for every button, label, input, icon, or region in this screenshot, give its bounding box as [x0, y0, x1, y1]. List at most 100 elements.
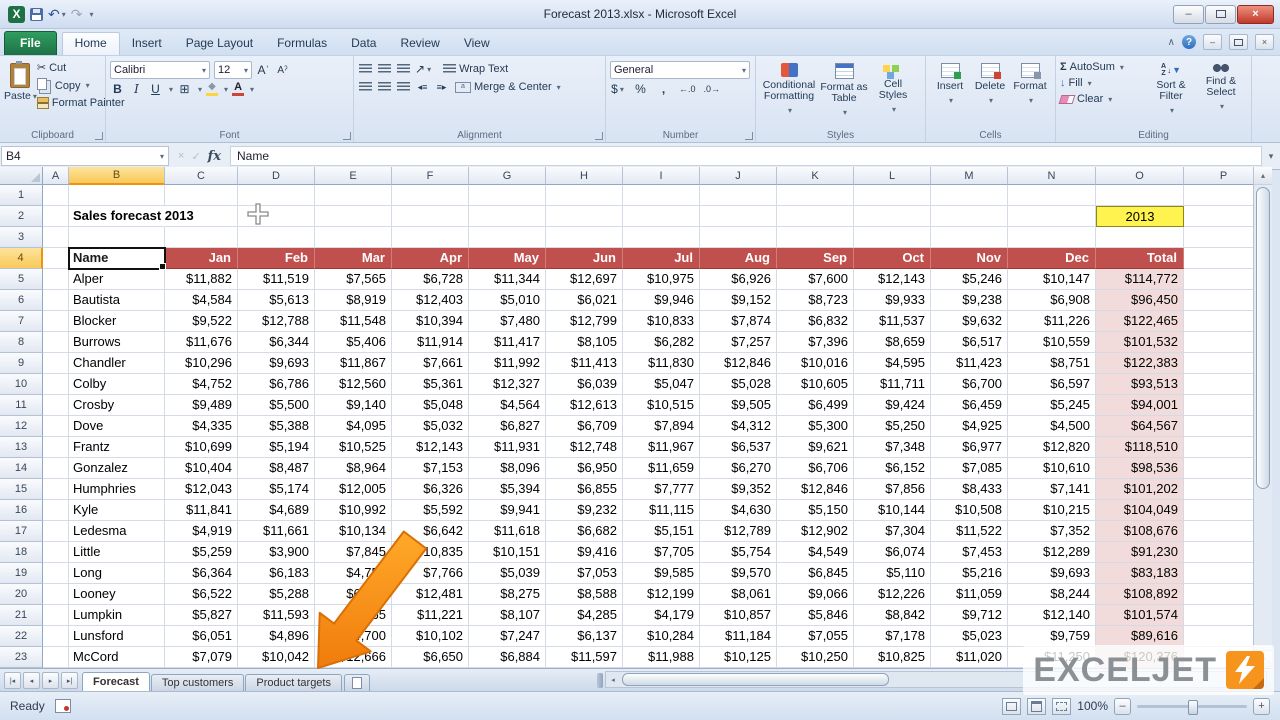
cancel-entry-icon[interactable]: × — [178, 150, 184, 162]
cell-K10[interactable]: $10,605 — [777, 374, 854, 395]
cell-B15[interactable]: Humphries — [69, 479, 165, 500]
cell-B10[interactable]: Colby — [69, 374, 165, 395]
cell-B13[interactable]: Frantz — [69, 437, 165, 458]
cell-C4[interactable]: Jan — [165, 248, 238, 269]
number-dialog-launcher-icon[interactable] — [745, 132, 753, 140]
cell-I1[interactable] — [623, 185, 700, 206]
cell-H8[interactable]: $8,105 — [546, 332, 623, 353]
cell-O2[interactable]: 2013 — [1096, 206, 1184, 227]
cell-I13[interactable]: $11,967 — [623, 437, 700, 458]
cell-C3[interactable] — [165, 227, 238, 248]
grow-font-button[interactable]: Aʾ — [256, 62, 271, 78]
row-header-19[interactable]: 19 — [0, 563, 43, 584]
cell-F4[interactable]: Apr — [392, 248, 469, 269]
cell-D14[interactable]: $8,487 — [238, 458, 315, 479]
cell-E7[interactable]: $11,548 — [315, 311, 392, 332]
cell-H2[interactable] — [546, 206, 623, 227]
cell-H21[interactable]: $4,285 — [546, 605, 623, 626]
cell-O20[interactable]: $108,892 — [1096, 584, 1184, 605]
column-header-E[interactable]: E — [315, 167, 392, 185]
cell-O13[interactable]: $118,510 — [1096, 437, 1184, 458]
cell-K5[interactable]: $7,600 — [777, 269, 854, 290]
cell-D18[interactable]: $3,900 — [238, 542, 315, 563]
row-header-18[interactable]: 18 — [0, 542, 43, 563]
cell-C18[interactable]: $5,259 — [165, 542, 238, 563]
cell-D1[interactable] — [238, 185, 315, 206]
cell-E20[interactable]: $6,883 — [315, 584, 392, 605]
cell-M16[interactable]: $10,508 — [931, 500, 1008, 521]
cell-K7[interactable]: $6,832 — [777, 311, 854, 332]
first-sheet-icon[interactable]: |◂ — [4, 672, 21, 689]
cell-N22[interactable]: $9,759 — [1008, 626, 1096, 647]
fill-color-button[interactable]: ◆ — [206, 82, 218, 96]
cell-N5[interactable]: $10,147 — [1008, 269, 1096, 290]
cell-N7[interactable]: $11,226 — [1008, 311, 1096, 332]
cell-A11[interactable] — [43, 395, 69, 416]
row-header-2[interactable]: 2 — [0, 206, 43, 227]
cell-K15[interactable]: $12,846 — [777, 479, 854, 500]
cell-B16[interactable]: Kyle — [69, 500, 165, 521]
cell-D12[interactable]: $5,388 — [238, 416, 315, 437]
cell-D5[interactable]: $11,519 — [238, 269, 315, 290]
cell-J20[interactable]: $8,061 — [700, 584, 777, 605]
cell-G9[interactable]: $11,992 — [469, 353, 546, 374]
sheet-tab-top-customers[interactable]: Top customers — [151, 674, 245, 691]
cell-N8[interactable]: $10,559 — [1008, 332, 1096, 353]
cell-B17[interactable]: Ledesma — [69, 521, 165, 542]
column-header-M[interactable]: M — [931, 167, 1008, 185]
cell-P8[interactable] — [1184, 332, 1253, 353]
cell-H19[interactable]: $7,053 — [546, 563, 623, 584]
select-all-corner[interactable] — [0, 167, 43, 185]
cell-G10[interactable]: $12,327 — [469, 374, 546, 395]
cell-E5[interactable]: $7,565 — [315, 269, 392, 290]
cell-A9[interactable] — [43, 353, 69, 374]
cell-I4[interactable]: Jul — [623, 248, 700, 269]
cell-E22[interactable]: $4,700 — [315, 626, 392, 647]
cell-L13[interactable]: $7,348 — [854, 437, 931, 458]
row-header-13[interactable]: 13 — [0, 437, 43, 458]
cell-O8[interactable]: $101,532 — [1096, 332, 1184, 353]
minimize-button[interactable]: – — [1173, 5, 1204, 24]
cell-M20[interactable]: $11,059 — [931, 584, 1008, 605]
cell-A20[interactable] — [43, 584, 69, 605]
decrease-indent-button[interactable]: ◂≡ — [415, 79, 430, 95]
cell-O10[interactable]: $93,513 — [1096, 374, 1184, 395]
row-header-6[interactable]: 6 — [0, 290, 43, 311]
cell-J1[interactable] — [700, 185, 777, 206]
cell-P19[interactable] — [1184, 563, 1253, 584]
format-cells-button[interactable]: Format ▾ — [1010, 59, 1050, 129]
cell-K4[interactable]: Sep — [777, 248, 854, 269]
column-header-C[interactable]: C — [165, 167, 238, 185]
tab-data[interactable]: Data — [339, 32, 388, 55]
zoom-slider-thumb[interactable] — [1188, 700, 1198, 715]
cell-L5[interactable]: $12,143 — [854, 269, 931, 290]
cell-C21[interactable]: $5,827 — [165, 605, 238, 626]
column-header-N[interactable]: N — [1008, 167, 1096, 185]
font-color-button[interactable]: A — [232, 82, 244, 96]
cell-L18[interactable]: $6,074 — [854, 542, 931, 563]
tab-formulas[interactable]: Formulas — [265, 32, 339, 55]
cell-H7[interactable]: $12,799 — [546, 311, 623, 332]
cell-E13[interactable]: $10,525 — [315, 437, 392, 458]
cell-C6[interactable]: $4,584 — [165, 290, 238, 311]
cell-F2[interactable] — [392, 206, 469, 227]
cell-A21[interactable] — [43, 605, 69, 626]
maximize-button[interactable] — [1205, 5, 1236, 24]
cell-D8[interactable]: $6,344 — [238, 332, 315, 353]
cell-C13[interactable]: $10,699 — [165, 437, 238, 458]
cell-B20[interactable]: Looney — [69, 584, 165, 605]
row-header-16[interactable]: 16 — [0, 500, 43, 521]
cell-N11[interactable]: $5,245 — [1008, 395, 1096, 416]
tab-scroll-splitter[interactable] — [597, 673, 603, 688]
zoom-level[interactable]: 100% — [1077, 699, 1108, 713]
cell-K13[interactable]: $9,621 — [777, 437, 854, 458]
cell-E12[interactable]: $4,095 — [315, 416, 392, 437]
cell-B7[interactable]: Blocker — [69, 311, 165, 332]
cell-D22[interactable]: $4,896 — [238, 626, 315, 647]
cell-C5[interactable]: $11,882 — [165, 269, 238, 290]
paste-button[interactable]: Paste▾ — [4, 59, 37, 109]
cell-M7[interactable]: $9,632 — [931, 311, 1008, 332]
row-header-4[interactable]: 4 — [0, 248, 43, 269]
tab-file[interactable]: File — [4, 31, 57, 55]
cell-L6[interactable]: $9,933 — [854, 290, 931, 311]
